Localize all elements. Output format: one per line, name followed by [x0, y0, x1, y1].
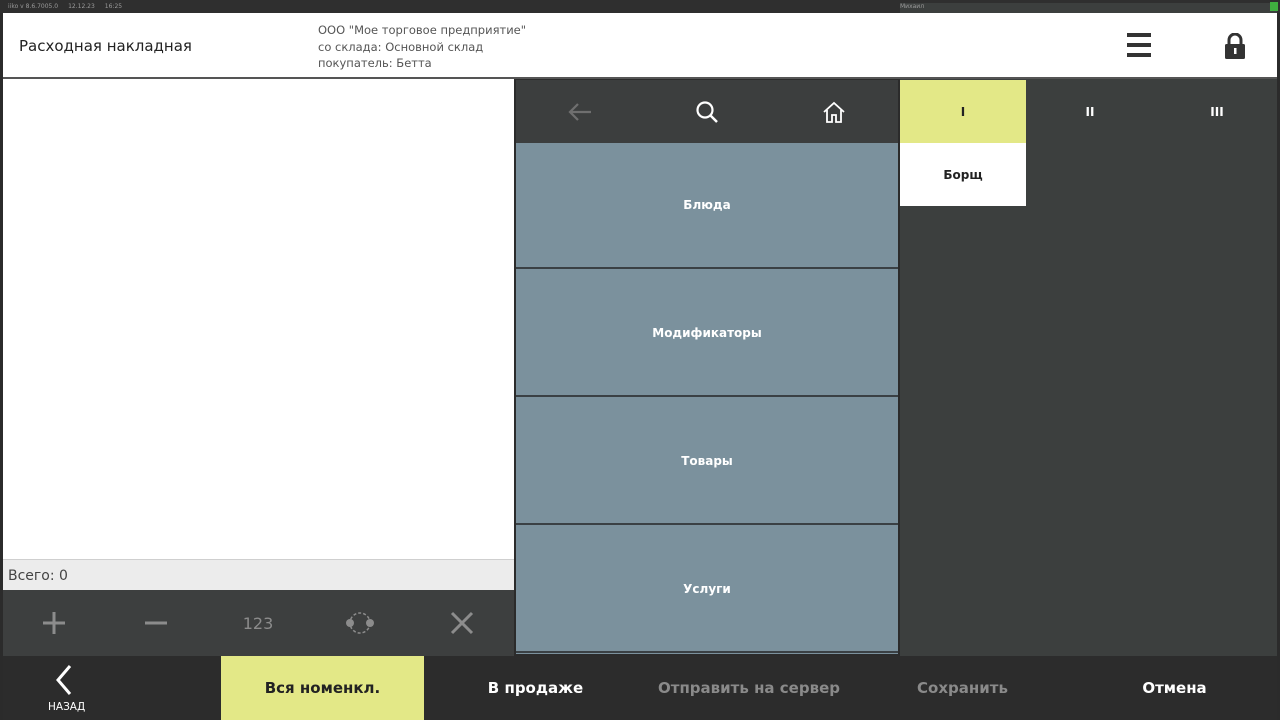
home-icon — [822, 101, 845, 123]
app-version: iiko v 8.6.7005.0 — [8, 3, 59, 10]
status-time: 16:25 — [104, 3, 123, 10]
category-goods[interactable]: Товары — [516, 399, 898, 525]
tab-page-3[interactable]: III — [1154, 80, 1280, 143]
home-button[interactable] — [770, 80, 897, 143]
chevron-left-icon — [56, 665, 72, 695]
connection-indicator-icon — [1270, 2, 1278, 11]
menu-icon[interactable] — [1127, 33, 1151, 57]
on-sale-button[interactable]: В продаже — [433, 656, 638, 720]
search-button[interactable] — [643, 80, 770, 143]
category-dishes[interactable]: Блюда — [516, 143, 898, 269]
swap-button[interactable] — [309, 590, 411, 656]
category-list: Блюда Модификаторы Товары Услуги — [516, 143, 898, 654]
total-label: Всего: 0 — [8, 568, 68, 584]
delete-button[interactable] — [411, 590, 513, 656]
close-icon — [450, 611, 474, 635]
document-items-list[interactable] — [3, 79, 514, 559]
quantity-button[interactable]: 123 — [207, 590, 309, 656]
all-items-button[interactable]: Вся номенкл. — [221, 656, 424, 720]
warehouse-label: со склада: Основной склад — [318, 39, 484, 54]
tab-page-2[interactable]: II — [1027, 80, 1153, 143]
system-status-bar: iiko v 8.6.7005.0 12.12.23 16:25 Михаил — [0, 0, 1280, 579]
document-header: Расходная накладная ООО "Мое торговое пр… — [3, 13, 1277, 77]
buyer-label: покупатель: Бетта — [318, 56, 432, 70]
bottom-bar: НАЗАД Вся номенкл. В продаже Отправить н… — [3, 656, 1277, 720]
cancel-button[interactable]: Отмена — [1071, 656, 1278, 720]
back-nav-button[interactable] — [516, 80, 643, 143]
plus-icon — [43, 612, 65, 634]
category-modifiers[interactable]: Модификаторы — [516, 271, 898, 397]
product-item[interactable]: Борщ — [900, 143, 1026, 206]
back-button[interactable]: НАЗАД — [3, 656, 129, 720]
lock-icon[interactable] — [1225, 33, 1245, 59]
products-panel: I II III Борщ — [900, 80, 1277, 656]
send-to-server-button[interactable]: Отправить на сервер — [643, 656, 855, 720]
tab-page-1[interactable]: I — [900, 80, 1026, 143]
total-bar: Всего: 0 — [3, 559, 514, 590]
page-title: Расходная накладная — [19, 37, 192, 55]
search-icon — [695, 100, 718, 123]
back-label: НАЗАД — [48, 701, 86, 713]
swap-icon — [346, 612, 374, 634]
status-date: 12.12.23 — [68, 3, 95, 10]
catalog-nav — [516, 80, 898, 143]
document-info: ООО "Мое торговое предприятие" со склада… — [318, 22, 526, 72]
save-button[interactable]: Сохранить — [861, 656, 1064, 720]
company-name: ООО "Мое торговое предприятие" — [318, 23, 527, 37]
item-toolbar: 123 — [3, 590, 514, 656]
plus-button[interactable] — [3, 590, 105, 656]
minus-icon — [145, 621, 167, 625]
category-services[interactable]: Услуги — [516, 527, 898, 653]
arrow-left-icon — [567, 102, 591, 121]
minus-button[interactable] — [105, 590, 207, 656]
